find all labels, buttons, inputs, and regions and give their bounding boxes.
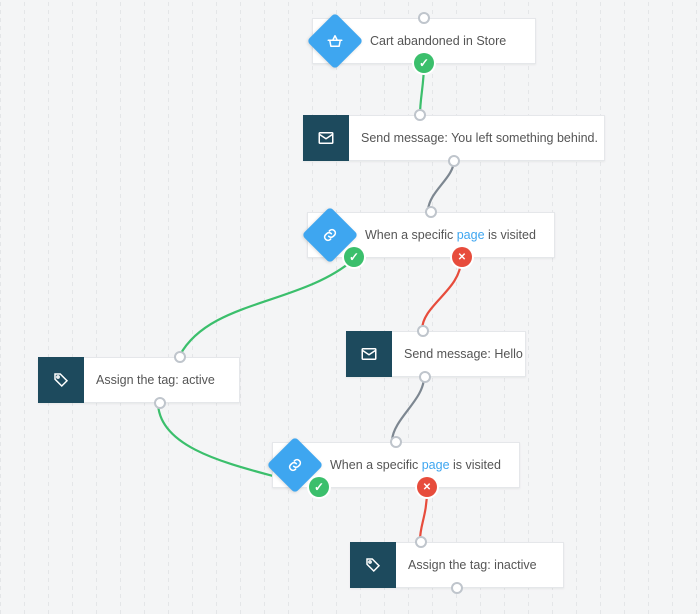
yes-badge[interactable] <box>344 247 364 267</box>
port-in[interactable] <box>415 536 427 548</box>
mail-icon <box>303 115 349 161</box>
mail-icon <box>346 331 392 377</box>
yes-badge[interactable] <box>309 477 329 497</box>
tag-icon <box>350 542 396 588</box>
no-badge[interactable] <box>452 247 472 267</box>
node-action-send-msg-2[interactable]: Send message: Hello <box>346 331 526 377</box>
node-label: Cart abandoned in Store <box>358 34 520 48</box>
node-action-assign-tag-inactive[interactable]: Assign the tag: inactive <box>350 542 564 588</box>
node-label: When a specific page is visited <box>318 458 515 472</box>
port-in[interactable] <box>417 325 429 337</box>
port-out[interactable] <box>419 371 431 383</box>
no-badge[interactable] <box>417 477 437 497</box>
tag-icon <box>38 357 84 403</box>
basket-icon <box>312 18 358 64</box>
port-in[interactable] <box>174 351 186 363</box>
connector-layer <box>0 0 700 614</box>
yes-badge[interactable] <box>414 53 434 73</box>
port-in[interactable] <box>390 436 402 448</box>
port-out[interactable] <box>448 155 460 167</box>
node-label: When a specific page is visited <box>353 228 550 242</box>
node-label: Send message: You left something behind. <box>349 131 612 145</box>
node-action-assign-tag-active[interactable]: Assign the tag: active <box>38 357 240 403</box>
port-out[interactable] <box>451 582 463 594</box>
node-label: Send message: Hello <box>392 347 537 361</box>
node-label: Assign the tag: active <box>84 373 229 387</box>
port-out[interactable] <box>154 397 166 409</box>
port-in[interactable] <box>414 109 426 121</box>
node-label: Assign the tag: inactive <box>396 558 551 572</box>
node-condition-page-2[interactable]: When a specific page is visited <box>272 442 520 488</box>
node-trigger-cart-abandoned[interactable]: Cart abandoned in Store <box>312 18 536 64</box>
node-condition-page-1[interactable]: When a specific page is visited <box>307 212 555 258</box>
node-action-send-msg-1[interactable]: Send message: You left something behind. <box>303 115 605 161</box>
port-in[interactable] <box>425 206 437 218</box>
port-in[interactable] <box>418 12 430 24</box>
